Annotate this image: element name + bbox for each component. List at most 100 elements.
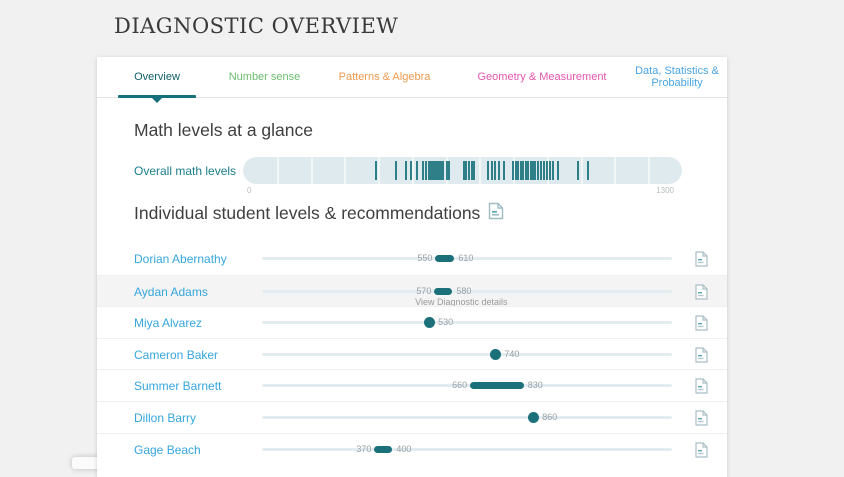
student-level-tick (448, 161, 451, 180)
student-report-icon[interactable] (695, 441, 708, 463)
report-document-icon[interactable] (488, 202, 504, 225)
level-dot[interactable] (423, 317, 435, 329)
axis-max-label: 1300 (656, 186, 674, 195)
student-level-tick (410, 161, 413, 180)
tab-geometry-measurement[interactable]: Geometry & Measurement (457, 57, 627, 97)
strip-segment-divider (580, 157, 583, 184)
student-level-tick (537, 161, 540, 180)
tab-bar: Overview Number sense Patterns & Algebra… (97, 57, 727, 103)
student-report-icon[interactable] (695, 283, 708, 305)
page-title: DIAGNOSTIC OVERVIEW (114, 14, 399, 38)
strip-segment-divider (648, 157, 651, 184)
level-range-bar[interactable] (470, 382, 524, 390)
student-level-tick (421, 161, 424, 180)
tab-label: Patterns & Algebra (338, 71, 431, 83)
level-range-bar[interactable] (434, 287, 453, 295)
students-heading: Individual student levels & recommendati… (134, 202, 504, 225)
student-level-tick (534, 161, 537, 180)
student-level-tick (442, 161, 445, 180)
tab-label: Geometry & Measurement (477, 71, 607, 83)
level-value: 740 (504, 348, 520, 359)
strip-segment-divider (614, 157, 617, 184)
level-dot[interactable] (489, 348, 501, 360)
tab-number-sense[interactable]: Number sense (217, 57, 312, 97)
level-track (262, 415, 672, 419)
student-level-tick (502, 161, 505, 180)
student-name-link[interactable]: Aydan Adams (134, 285, 208, 299)
student-level-tick (394, 161, 397, 180)
strip-segment-divider (310, 157, 313, 184)
student-level-tick (470, 161, 473, 180)
student-row: Dorian Abernathy 550 610 (97, 243, 727, 275)
student-report-icon[interactable] (695, 410, 708, 431)
student-row: Miya Alvarez 530 (97, 306, 727, 338)
tab-label: Overview (134, 71, 180, 83)
student-level-tick (425, 161, 428, 180)
student-level-tick (416, 161, 419, 180)
student-level-tick (487, 161, 490, 180)
student-level-tick (467, 161, 470, 180)
student-level-tick (557, 161, 560, 180)
student-report-icon[interactable] (695, 251, 708, 272)
student-level-tick (551, 161, 554, 180)
tab-label: Number sense (228, 71, 301, 83)
tab-overview[interactable]: Overview (97, 57, 217, 103)
student-name-link[interactable]: Miya Alvarez (134, 316, 202, 330)
diagnostic-card: Overview Number sense Patterns & Algebra… (97, 57, 727, 477)
student-name-link[interactable]: Dorian Abernathy (134, 252, 227, 266)
student-rows: Dorian Abernathy 550 610 Aydan Adams 570 5… (97, 243, 727, 464)
student-level-tick (374, 161, 377, 180)
student-row: Dillon Barry 860 (97, 400, 727, 433)
student-row: Gage Beach 370 400 (97, 432, 727, 465)
student-level-tick (540, 161, 543, 180)
level-high-value: 580 (456, 285, 472, 296)
student-name-link[interactable]: Cameron Baker (134, 348, 218, 362)
level-value: 860 (542, 411, 558, 422)
student-name-link[interactable]: Dillon Barry (134, 411, 196, 425)
student-level-tick (545, 161, 548, 180)
tab-patterns-algebra[interactable]: Patterns & Algebra (312, 57, 457, 97)
student-level-tick (445, 161, 448, 180)
level-track (262, 447, 672, 451)
strip-axis: 0 1300 (243, 186, 682, 196)
tab-label: Data, Statistics & Probability (635, 65, 719, 89)
view-diagnostic-details-tooltip[interactable]: View Diagnostic details (415, 297, 507, 307)
level-dot[interactable] (527, 411, 539, 423)
glance-heading: Math levels at a glance (134, 120, 313, 140)
level-high-value: 830 (527, 380, 543, 391)
student-level-tick (586, 161, 589, 180)
level-range-bar[interactable] (435, 255, 455, 262)
student-name-link[interactable]: Gage Beach (134, 443, 201, 457)
level-low-value: 660 (452, 380, 468, 391)
student-level-tick (512, 161, 515, 180)
overall-levels-strip-plot[interactable] (243, 157, 682, 184)
student-level-tick (490, 161, 493, 180)
strip-segment-divider (276, 157, 279, 184)
strip-segment-divider (344, 157, 347, 184)
level-range-bar[interactable] (374, 445, 393, 453)
student-name-link[interactable]: Summer Barnett (134, 379, 221, 393)
level-high-value: 400 (396, 443, 412, 454)
student-level-tick (462, 161, 465, 180)
student-row: Cameron Baker 740 (97, 337, 727, 370)
level-low-value: 550 (417, 253, 433, 263)
student-level-tick (576, 161, 579, 180)
students-heading-label: Individual student levels & recommendati… (134, 203, 481, 223)
student-level-tick (439, 161, 442, 180)
strip-segment-divider (479, 157, 482, 184)
student-row: Aydan Adams 570 580 View Diagnostic detail… (97, 274, 727, 307)
student-report-icon[interactable] (695, 315, 708, 336)
student-report-icon[interactable] (695, 378, 708, 399)
active-tab-caret (152, 98, 162, 103)
tab-data-statistics-probability[interactable]: Data, Statistics & Probability (627, 57, 727, 97)
student-level-tick (543, 161, 546, 180)
student-level-tick (473, 161, 476, 180)
student-row: Summer Barnett 660 830 (97, 369, 727, 401)
student-level-tick (497, 161, 500, 180)
level-high-value: 610 (458, 253, 474, 263)
student-level-tick (493, 161, 496, 180)
level-track (262, 352, 672, 356)
student-report-icon[interactable] (695, 347, 708, 368)
axis-min-label: 0 (247, 186, 252, 195)
student-level-tick (548, 161, 551, 180)
